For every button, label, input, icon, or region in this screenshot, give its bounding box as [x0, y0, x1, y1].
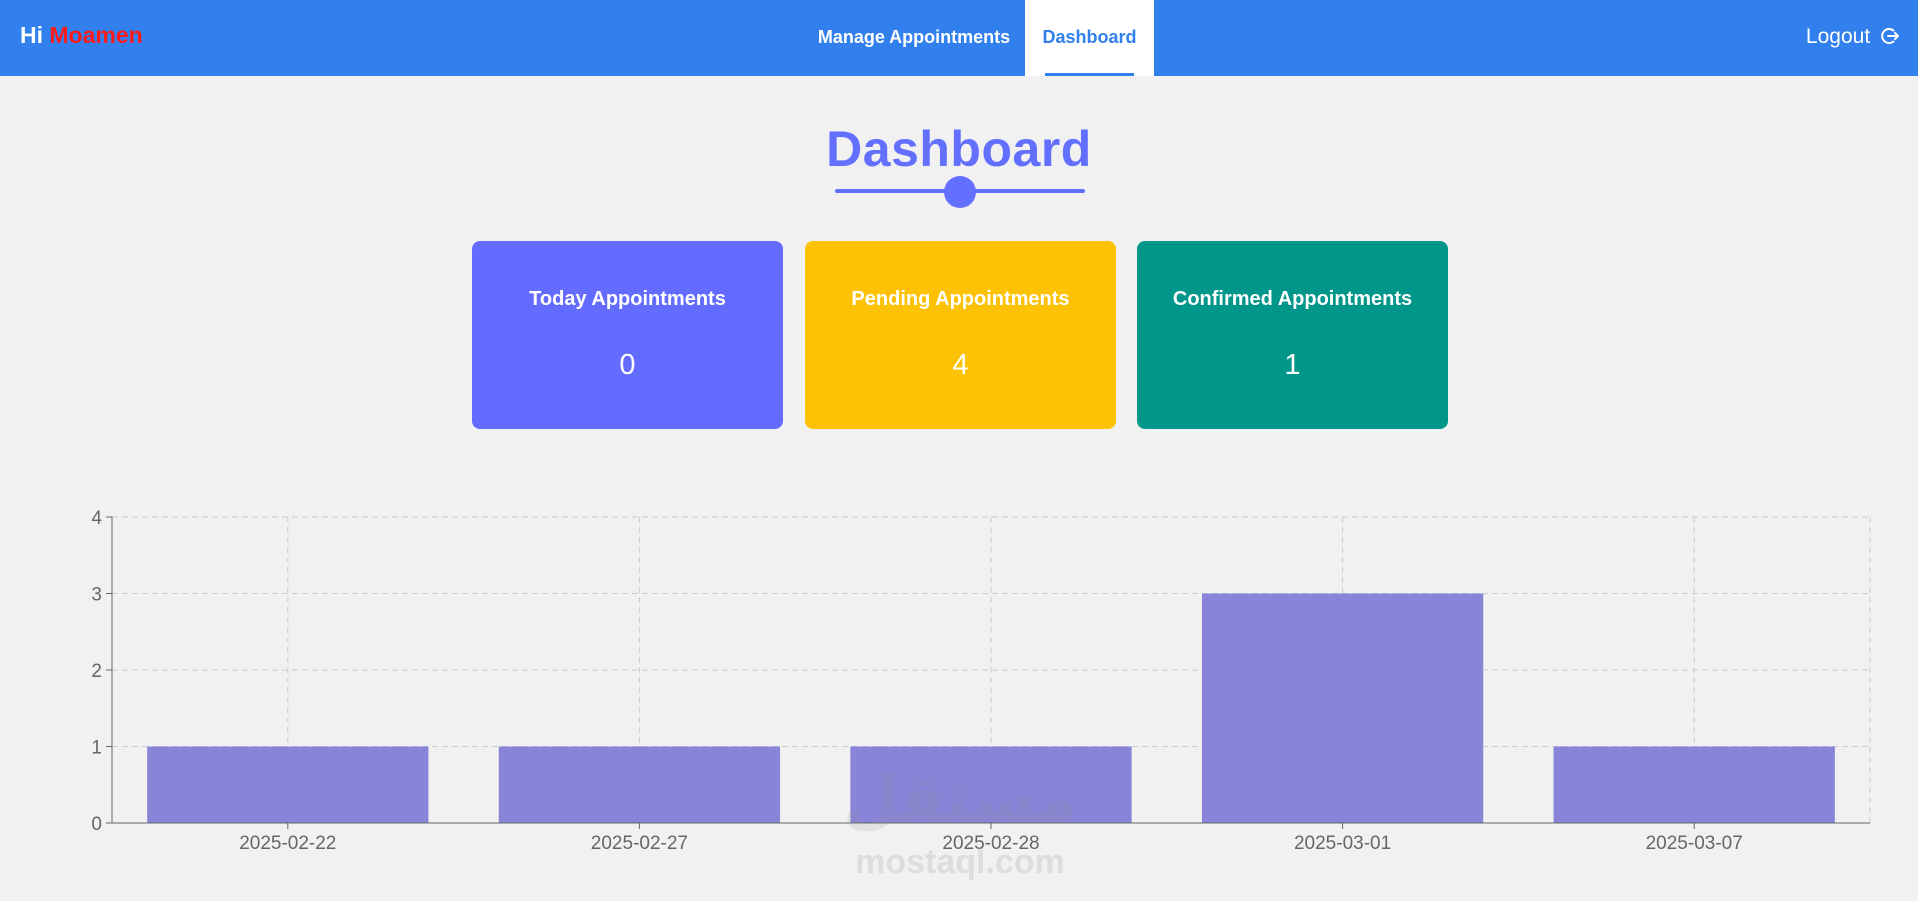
x-tick-label-1: 2025-02-27	[591, 833, 688, 854]
card-today-appointments: Today Appointments 0	[472, 241, 783, 429]
title-underline-dot	[944, 176, 976, 208]
card-label: Pending Appointments	[851, 288, 1070, 310]
y-tick-label-1: 1	[91, 738, 102, 759]
card-label: Confirmed Appointments	[1172, 288, 1413, 310]
bar-2025-02-28	[850, 746, 1132, 823]
logout-label: Logout	[1805, 25, 1871, 48]
nav-dashboard-label: Dashboard	[1042, 27, 1137, 47]
x-tick-label-3: 2025-03-01	[1294, 833, 1391, 854]
card-value: 4	[952, 349, 969, 381]
active-tab-underline	[1045, 73, 1134, 76]
nav-manage-appointments[interactable]: Manage Appointments	[812, 0, 1016, 76]
y-tick-label-2: 2	[91, 661, 102, 682]
x-tick-label-4: 2025-03-07	[1646, 833, 1743, 854]
card-label: Today Appointments	[529, 288, 726, 310]
user-greeting: Hi Moamen	[20, 22, 143, 49]
nav-dashboard[interactable]: Dashboard	[1025, 0, 1154, 76]
logout-button[interactable]: Logout	[1806, 0, 1900, 76]
page-title: Dashboard	[826, 121, 1092, 177]
username: Moamen	[49, 22, 143, 48]
logout-icon	[1881, 28, 1899, 44]
x-tick-label-0: 2025-02-22	[239, 833, 336, 854]
top-navbar: Hi Moamen Manage Appointments Dashboard …	[0, 0, 1918, 76]
bar-2025-03-01	[1201, 593, 1484, 823]
bar-2025-02-22	[147, 746, 429, 823]
card-value: 0	[619, 349, 636, 381]
y-tick-label-3: 3	[91, 585, 102, 606]
bar-2025-03-07	[1553, 746, 1835, 823]
card-pending-appointments: Pending Appointments 4	[805, 241, 1116, 429]
card-confirmed-appointments: Confirmed Appointments 1	[1137, 241, 1448, 429]
greeting-prefix: Hi	[20, 22, 43, 48]
bar-2025-02-27	[498, 746, 781, 823]
x-tick-label-2: 2025-02-28	[942, 833, 1039, 854]
y-tick-label-0: 0	[91, 814, 102, 835]
appointments-bar-chart: 0 1 2 3 4 2025-02-22 2025-02-27 2025-02-28 2025-…	[91, 508, 1871, 854]
card-value: 1	[1284, 349, 1301, 381]
y-tick-label-4: 4	[91, 508, 102, 529]
